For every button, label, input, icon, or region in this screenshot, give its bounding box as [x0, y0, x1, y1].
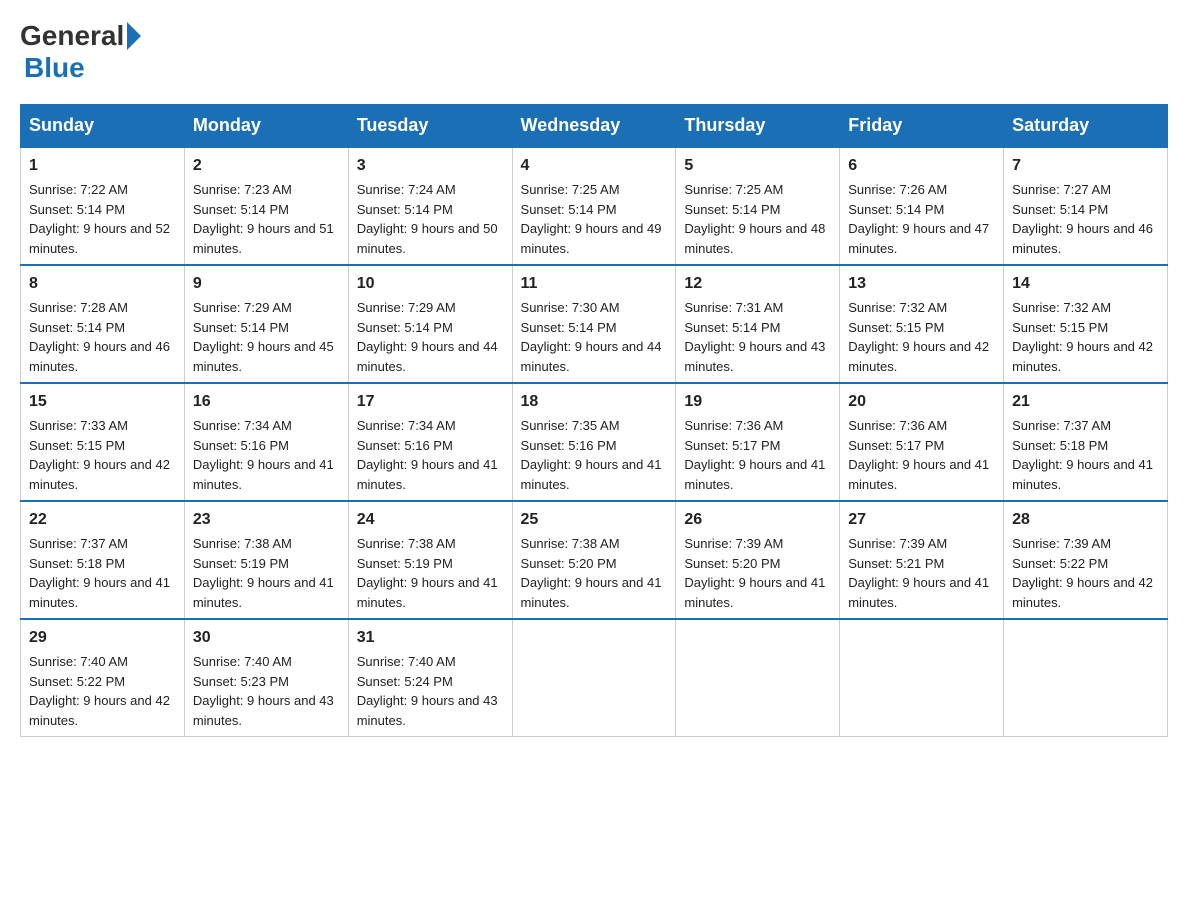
day-number: 14	[1012, 272, 1159, 296]
day-number: 8	[29, 272, 176, 296]
calendar-cell: 29Sunrise: 7:40 AMSunset: 5:22 PMDayligh…	[21, 619, 185, 737]
day-number: 20	[848, 390, 995, 414]
day-number: 25	[521, 508, 668, 532]
day-number: 31	[357, 626, 504, 650]
day-number: 29	[29, 626, 176, 650]
calendar-cell: 4Sunrise: 7:25 AMSunset: 5:14 PMDaylight…	[512, 147, 676, 265]
calendar-cell: 16Sunrise: 7:34 AMSunset: 5:16 PMDayligh…	[184, 383, 348, 501]
day-number: 22	[29, 508, 176, 532]
calendar-cell: 24Sunrise: 7:38 AMSunset: 5:19 PMDayligh…	[348, 501, 512, 619]
calendar-cell: 14Sunrise: 7:32 AMSunset: 5:15 PMDayligh…	[1004, 265, 1168, 383]
day-number: 16	[193, 390, 340, 414]
calendar-cell: 8Sunrise: 7:28 AMSunset: 5:14 PMDaylight…	[21, 265, 185, 383]
calendar-cell: 6Sunrise: 7:26 AMSunset: 5:14 PMDaylight…	[840, 147, 1004, 265]
calendar-cell: 9Sunrise: 7:29 AMSunset: 5:14 PMDaylight…	[184, 265, 348, 383]
calendar-header-sunday: Sunday	[21, 105, 185, 148]
day-number: 13	[848, 272, 995, 296]
calendar-header-friday: Friday	[840, 105, 1004, 148]
calendar-week-row: 8Sunrise: 7:28 AMSunset: 5:14 PMDaylight…	[21, 265, 1168, 383]
page-header: General Blue	[20, 20, 1168, 84]
day-number: 11	[521, 272, 668, 296]
calendar-cell: 15Sunrise: 7:33 AMSunset: 5:15 PMDayligh…	[21, 383, 185, 501]
calendar-cell: 28Sunrise: 7:39 AMSunset: 5:22 PMDayligh…	[1004, 501, 1168, 619]
day-number: 18	[521, 390, 668, 414]
calendar-cell: 25Sunrise: 7:38 AMSunset: 5:20 PMDayligh…	[512, 501, 676, 619]
calendar-cell: 5Sunrise: 7:25 AMSunset: 5:14 PMDaylight…	[676, 147, 840, 265]
calendar-cell	[840, 619, 1004, 737]
calendar-cell: 30Sunrise: 7:40 AMSunset: 5:23 PMDayligh…	[184, 619, 348, 737]
day-number: 9	[193, 272, 340, 296]
calendar-cell: 23Sunrise: 7:38 AMSunset: 5:19 PMDayligh…	[184, 501, 348, 619]
calendar-cell: 1Sunrise: 7:22 AMSunset: 5:14 PMDaylight…	[21, 147, 185, 265]
calendar-header-monday: Monday	[184, 105, 348, 148]
calendar-cell	[676, 619, 840, 737]
calendar-header-saturday: Saturday	[1004, 105, 1168, 148]
day-number: 10	[357, 272, 504, 296]
calendar-cell: 21Sunrise: 7:37 AMSunset: 5:18 PMDayligh…	[1004, 383, 1168, 501]
day-number: 6	[848, 154, 995, 178]
calendar-cell: 18Sunrise: 7:35 AMSunset: 5:16 PMDayligh…	[512, 383, 676, 501]
calendar-week-row: 29Sunrise: 7:40 AMSunset: 5:22 PMDayligh…	[21, 619, 1168, 737]
day-number: 28	[1012, 508, 1159, 532]
day-number: 30	[193, 626, 340, 650]
calendar-cell: 22Sunrise: 7:37 AMSunset: 5:18 PMDayligh…	[21, 501, 185, 619]
calendar-cell: 10Sunrise: 7:29 AMSunset: 5:14 PMDayligh…	[348, 265, 512, 383]
calendar-table: SundayMondayTuesdayWednesdayThursdayFrid…	[20, 104, 1168, 737]
logo-arrow-icon	[127, 22, 141, 50]
day-number: 24	[357, 508, 504, 532]
calendar-cell: 27Sunrise: 7:39 AMSunset: 5:21 PMDayligh…	[840, 501, 1004, 619]
calendar-cell: 11Sunrise: 7:30 AMSunset: 5:14 PMDayligh…	[512, 265, 676, 383]
day-number: 2	[193, 154, 340, 178]
calendar-week-row: 15Sunrise: 7:33 AMSunset: 5:15 PMDayligh…	[21, 383, 1168, 501]
logo-general-text: General	[20, 20, 124, 52]
day-number: 26	[684, 508, 831, 532]
calendar-week-row: 1Sunrise: 7:22 AMSunset: 5:14 PMDaylight…	[21, 147, 1168, 265]
calendar-week-row: 22Sunrise: 7:37 AMSunset: 5:18 PMDayligh…	[21, 501, 1168, 619]
day-number: 12	[684, 272, 831, 296]
calendar-cell: 20Sunrise: 7:36 AMSunset: 5:17 PMDayligh…	[840, 383, 1004, 501]
calendar-header-wednesday: Wednesday	[512, 105, 676, 148]
calendar-cell: 7Sunrise: 7:27 AMSunset: 5:14 PMDaylight…	[1004, 147, 1168, 265]
calendar-cell: 31Sunrise: 7:40 AMSunset: 5:24 PMDayligh…	[348, 619, 512, 737]
calendar-cell	[512, 619, 676, 737]
day-number: 3	[357, 154, 504, 178]
calendar-cell: 13Sunrise: 7:32 AMSunset: 5:15 PMDayligh…	[840, 265, 1004, 383]
calendar-header-tuesday: Tuesday	[348, 105, 512, 148]
day-number: 17	[357, 390, 504, 414]
day-number: 7	[1012, 154, 1159, 178]
day-number: 15	[29, 390, 176, 414]
day-number: 1	[29, 154, 176, 178]
calendar-cell: 17Sunrise: 7:34 AMSunset: 5:16 PMDayligh…	[348, 383, 512, 501]
calendar-cell: 12Sunrise: 7:31 AMSunset: 5:14 PMDayligh…	[676, 265, 840, 383]
logo: General Blue	[20, 20, 141, 84]
day-number: 23	[193, 508, 340, 532]
calendar-cell: 2Sunrise: 7:23 AMSunset: 5:14 PMDaylight…	[184, 147, 348, 265]
logo-blue-text: Blue	[24, 52, 85, 84]
day-number: 27	[848, 508, 995, 532]
day-number: 21	[1012, 390, 1159, 414]
calendar-cell: 3Sunrise: 7:24 AMSunset: 5:14 PMDaylight…	[348, 147, 512, 265]
calendar-header-thursday: Thursday	[676, 105, 840, 148]
day-number: 19	[684, 390, 831, 414]
day-number: 4	[521, 154, 668, 178]
calendar-cell	[1004, 619, 1168, 737]
day-number: 5	[684, 154, 831, 178]
calendar-cell: 19Sunrise: 7:36 AMSunset: 5:17 PMDayligh…	[676, 383, 840, 501]
calendar-header-row: SundayMondayTuesdayWednesdayThursdayFrid…	[21, 105, 1168, 148]
calendar-cell: 26Sunrise: 7:39 AMSunset: 5:20 PMDayligh…	[676, 501, 840, 619]
